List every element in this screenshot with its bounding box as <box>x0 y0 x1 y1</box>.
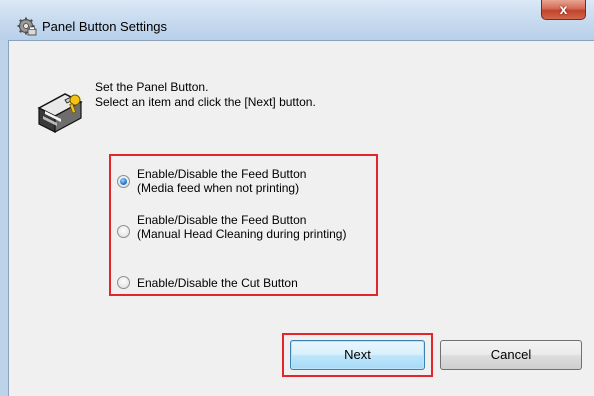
radio-button[interactable] <box>117 225 130 238</box>
window-title: Panel Button Settings <box>42 19 168 34</box>
instructions: Set the Panel Button. Select an item and… <box>95 80 316 110</box>
option-label-line2: (Manual Head Cleaning during printing) <box>137 227 347 241</box>
close-button[interactable]: x <box>541 0 586 20</box>
radio-button[interactable] <box>117 276 130 289</box>
instruction-line-2: Select an item and click the [Next] butt… <box>95 95 316 109</box>
panel-button-settings-window: Panel Button Settings x Set the Panel Bu… <box>0 0 594 396</box>
close-icon: x <box>559 1 568 17</box>
title-bar[interactable]: Panel Button Settings x <box>0 0 594 40</box>
gear-printer-icon <box>17 17 37 36</box>
instruction-line-1: Set the Panel Button. <box>95 80 209 94</box>
option-label-line1: Enable/Disable the Feed Button <box>137 213 307 227</box>
option-label: Enable/Disable the Cut Button <box>137 276 298 290</box>
option-label-line2: (Media feed when not printing) <box>137 181 300 195</box>
next-button[interactable]: Next <box>290 340 425 370</box>
option-label-line1: Enable/Disable the Feed Button <box>137 167 307 181</box>
printer-wizard-icon <box>37 93 83 134</box>
radio-button-selected[interactable] <box>117 175 130 188</box>
cancel-button[interactable]: Cancel <box>440 340 582 370</box>
